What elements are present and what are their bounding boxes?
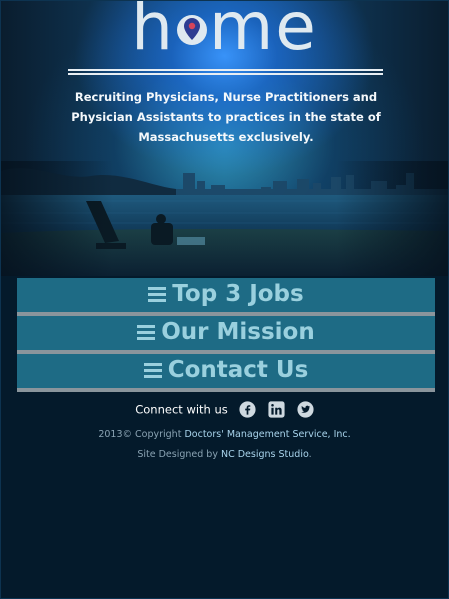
menu-item-top-3-jobs[interactable]: Top 3 Jobs (17, 278, 435, 316)
menu-item-label: Top 3 Jobs (172, 281, 304, 307)
page: h me Recruiting Physicians, Nurse Practit… (0, 0, 449, 599)
menu-item-our-mission[interactable]: Our Mission (17, 316, 435, 354)
linkedin-icon[interactable] (268, 401, 285, 418)
hamburger-icon (148, 287, 167, 302)
copyright-line: 2013© Copyright Doctors' Management Serv… (1, 429, 448, 440)
twitter-icon[interactable] (297, 401, 314, 418)
designer-link[interactable]: NC Designs Studio (221, 449, 309, 460)
connect-label: Connect with us (135, 402, 228, 417)
menu-item-contact-us[interactable]: Contact Us (17, 354, 435, 392)
hamburger-icon (137, 325, 156, 340)
connect-row: Connect with us (1, 401, 448, 418)
hero-banner: h me Recruiting Physicians, Nurse Practit… (1, 1, 448, 276)
company-link[interactable]: Doctors' Management Service, Inc. (184, 429, 350, 440)
designed-prefix: Site Designed by (137, 449, 218, 460)
logo-letters-me: me (208, 1, 318, 65)
header-divider (68, 69, 383, 75)
designer-credit: Site Designed by NC Designs Studio. (1, 449, 448, 460)
menu-item-label: Contact Us (167, 357, 309, 383)
copyright-prefix: 2013© Copyright (98, 429, 182, 440)
logo-letter-h: h (131, 1, 175, 65)
city-skyline-image (1, 161, 448, 276)
map-pin-icon (175, 1, 209, 45)
menu-item-label: Our Mission (161, 319, 315, 345)
facebook-icon[interactable] (239, 401, 257, 418)
main-menu: Top 3 Jobs Our Mission Contact Us (17, 278, 435, 392)
hamburger-icon (143, 363, 162, 378)
designed-suffix: . (308, 449, 312, 460)
tagline: Recruiting Physicians, Nurse Practitione… (71, 90, 381, 144)
site-logo[interactable]: h me (1, 1, 448, 67)
